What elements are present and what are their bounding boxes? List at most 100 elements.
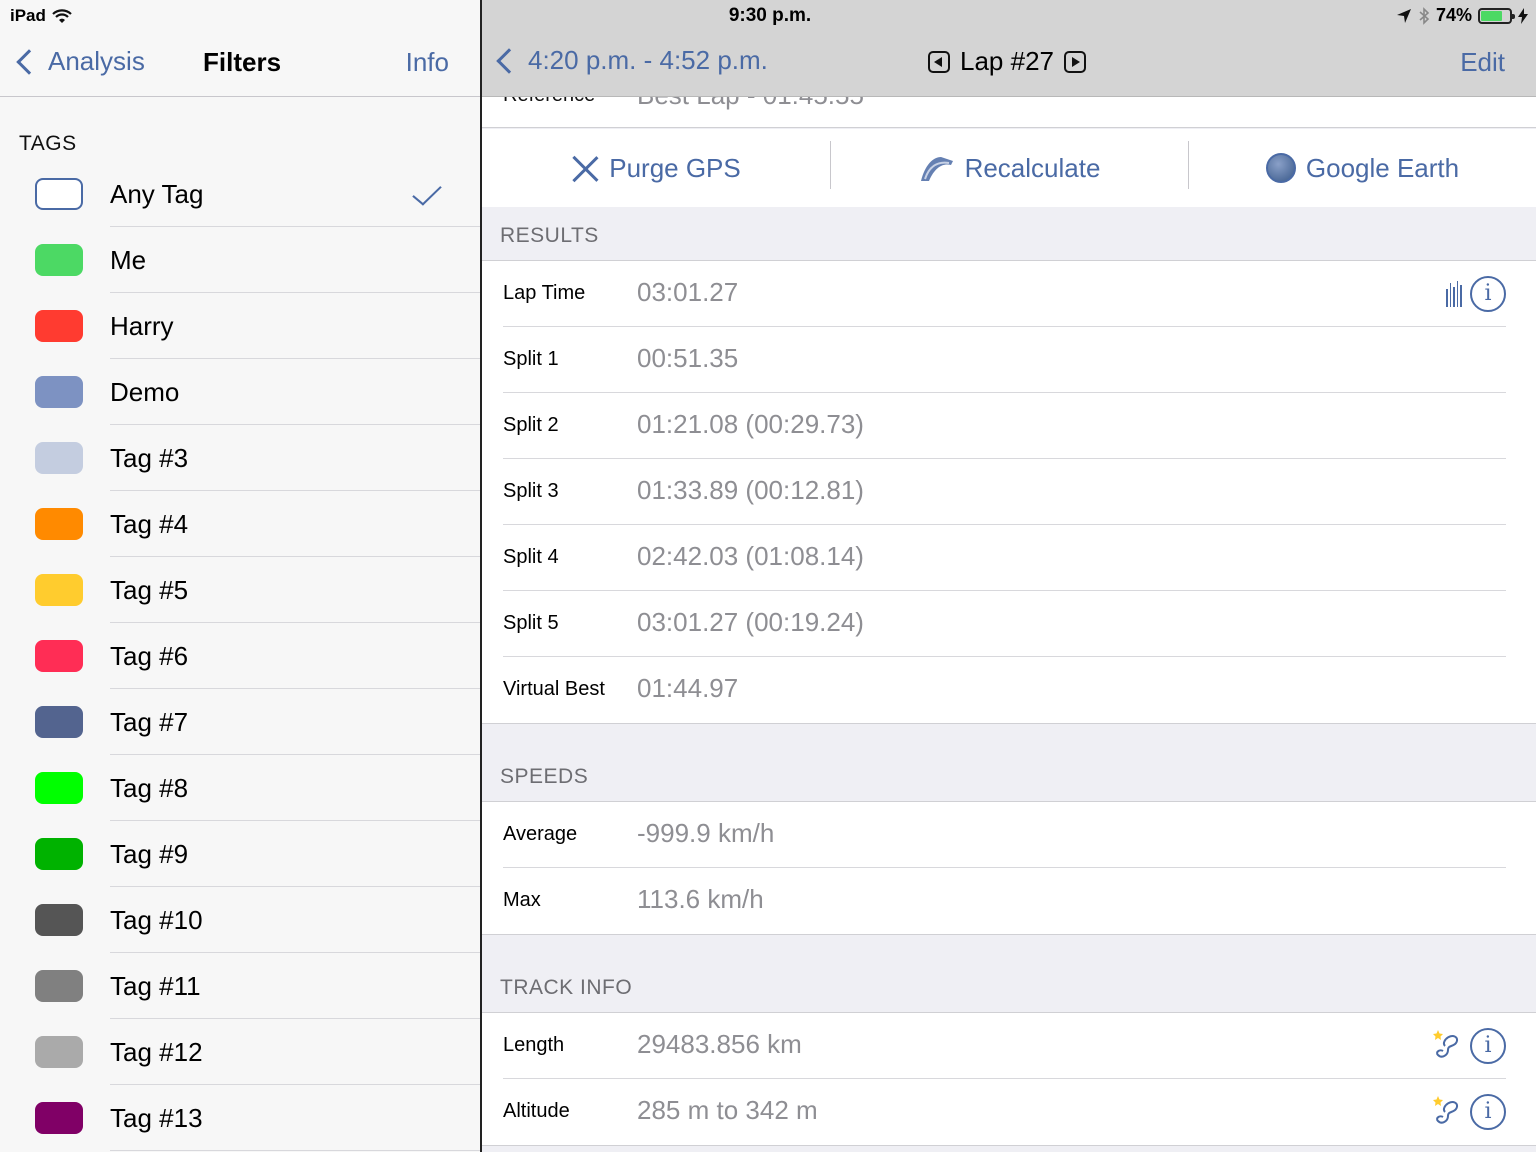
speeds-row: Max 113.6 km/h [482,868,1536,934]
google-earth-button[interactable]: Google Earth [1189,129,1536,207]
recalculate-label: Recalculate [964,152,1101,183]
track-map-icon[interactable] [1432,1029,1462,1061]
results-row: Lap Time 03:01.27 i [482,261,1536,327]
track-map-icon[interactable] [1432,1095,1462,1127]
row-value: 29483.856 km [637,1029,802,1059]
status-device: iPad [10,6,72,26]
tag-label: Tag #6 [110,641,189,671]
tag-row[interactable]: Tag #7 [0,689,480,755]
tag-color-swatch [35,442,83,474]
row-value: -999.9 km/h [637,818,775,848]
checkmark-icon [412,178,442,206]
bluetooth-icon [1419,6,1430,25]
results-row: Virtual Best 01:44.97 [482,657,1536,723]
device-name: iPad [10,6,46,25]
back-to-session-button[interactable]: 4:20 p.m. - 4:52 p.m. [496,45,768,76]
close-icon [571,154,599,182]
tag-row[interactable]: Demo [0,359,480,425]
tag-label: Any Tag [110,179,204,209]
speeds-group: Average -999.9 km/h Max 113.6 km/h [482,802,1536,935]
lap-title: Lap #27 [960,46,1054,76]
info-button[interactable]: Info [406,47,449,78]
tag-row[interactable]: Tag #11 [0,953,480,1019]
tags-section-header: TAGS [19,132,77,155]
tag-label: Tag #4 [110,509,189,539]
globe-icon [1265,153,1296,183]
tag-color-swatch [35,640,83,672]
tag-color-swatch [35,310,83,342]
info-icon[interactable]: i [1470,1028,1506,1064]
page-title: Filters [203,47,282,77]
next-lap-button[interactable] [1063,50,1086,73]
tag-row[interactable]: Me [0,227,480,293]
tag-label: Me [110,245,147,275]
tag-row[interactable]: Tag #12 [0,1019,480,1085]
tag-label: Tag #12 [110,1037,203,1067]
row-value: 03:01.27 (00:19.24) [637,607,864,637]
row-label: Altitude [503,1100,570,1122]
tag-row[interactable]: Tag #6 [0,623,480,689]
track-info-section-header: TRACK INFO [482,959,1536,1013]
status-time: 9:30 p.m. [728,5,812,26]
status-indicators: 74% [1396,5,1528,26]
tag-row[interactable]: Any Tag [0,161,480,227]
split-view-divider [480,0,482,1152]
wifi-icon [52,8,72,23]
tag-color-swatch [35,838,83,870]
tag-row[interactable]: Tag #4 [0,491,480,557]
row-value: 01:21.08 (00:29.73) [637,409,864,439]
google-earth-label: Google Earth [1305,152,1460,183]
row-value: 03:01.27 [637,277,739,307]
results-section-header: RESULTS [482,207,1536,261]
info-icon[interactable]: i [1470,276,1506,312]
speeds-row: Average -999.9 km/h [482,802,1536,868]
tag-row[interactable]: Harry [0,293,480,359]
filters-panel: Analysis Filters Info TAGS Any Tag Me Harr… [0,0,480,1152]
info-icon[interactable]: i [1470,1094,1506,1130]
chart-bars-icon[interactable] [1446,281,1462,307]
tag-label: Tag #3 [110,443,189,473]
tag-label: Tag #7 [110,707,189,737]
back-to-analysis-button[interactable]: Analysis [16,46,145,77]
location-arrow-icon [1396,8,1411,23]
back-label: Analysis [48,46,145,76]
purge-gps-button[interactable]: Purge GPS [482,129,830,207]
row-value: 113.6 km/h [637,884,764,914]
edit-button[interactable]: Edit [1460,47,1505,78]
recalculate-icon [920,157,953,181]
tag-label: Harry [110,311,174,341]
tag-row[interactable]: Tag #13 [0,1085,480,1151]
tag-color-swatch [35,574,83,606]
row-label: Average [503,823,578,845]
tag-color-swatch [35,970,83,1002]
tag-color-swatch [35,706,83,738]
tag-row[interactable]: Tag #9 [0,821,480,887]
tag-label: Tag #8 [110,773,189,803]
results-group: Lap Time 03:01.27 i Split 1 00:51.35 Split 2 0… [482,261,1536,724]
results-row: Split 4 02:42.03 (01:08.14) [482,525,1536,591]
results-row: Split 5 03:01.27 (00:19.24) [482,591,1536,657]
tag-row[interactable]: Tag #8 [0,755,480,821]
purge-gps-label: Purge GPS [609,152,741,183]
row-label: Split 2 [503,414,559,436]
row-label: Split 1 [503,348,559,370]
speeds-title: SPEEDS [500,765,589,788]
tag-label: Tag #5 [110,575,189,605]
previous-lap-button[interactable] [928,50,950,73]
results-row: Split 1 00:51.35 [482,327,1536,393]
tag-label: Tag #13 [110,1103,203,1133]
recalculate-button[interactable]: Recalculate [831,129,1188,207]
tag-row[interactable]: Tag #5 [0,557,480,623]
tag-row[interactable]: Tag #3 [0,425,480,491]
row-value: 01:44.97 [637,673,739,703]
track-row: Length 29483.856 km i [482,1013,1536,1079]
lap-switcher: Lap #27 [928,46,1086,77]
row-label: Lap Time [503,282,586,304]
tag-label: Tag #10 [110,905,203,935]
row-value: 00:51.35 [637,343,739,373]
tag-label: Tag #11 [110,971,201,1001]
row-label: Split 5 [503,612,559,634]
tag-color-swatch [35,178,83,210]
tag-row[interactable]: Tag #10 [0,887,480,953]
results-row: Split 3 01:33.89 (00:12.81) [482,459,1536,525]
